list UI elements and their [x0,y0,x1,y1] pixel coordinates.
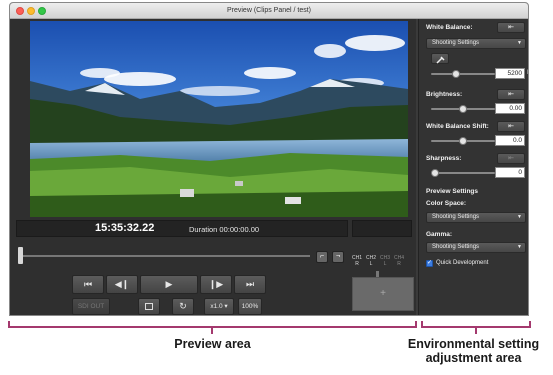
mark-in-button[interactable]: ⌐ [316,251,328,263]
preview-window: Preview (Clips Panel / test) 15:35:32.22… [9,2,529,316]
channel-4-label[interactable]: CH4 R [392,255,406,267]
eyedropper-icon [436,56,445,64]
channel-1-label[interactable]: CH1 R [350,255,364,267]
loop-icon: ↻ [179,301,187,311]
sharpness-slider[interactable] [431,169,495,177]
environmental-caption-line-1: Environmental setting [407,337,540,351]
color-space-dropdown-value: Shooting Settings [432,214,480,220]
white-balance-slider[interactable] [431,70,495,78]
timecode-display: 15:35:32.22 Duration 00:00:00.00 [16,220,348,237]
chevron-down-icon: ▼ [517,40,522,46]
brightness-reset-button[interactable]: ⇤ [497,89,525,100]
wb-shift-value[interactable]: 0.0 [495,135,525,146]
chevron-down-icon: ▼ [517,214,522,220]
preview-area: 15:35:32.22 Duration 00:00:00.00 ⌐ ¬ CH1… [10,19,416,315]
landscape-image [30,21,408,217]
reset-icon: ⇤ [508,155,514,162]
video-preview-image [30,21,408,217]
channel-2-label[interactable]: CH2 L [364,255,378,267]
title-bar: Preview (Clips Panel / test) [10,3,528,19]
brightness-value[interactable]: 0.00 [495,103,525,114]
goto-end-button[interactable]: ⏭ [234,275,266,294]
white-balance-value[interactable]: 5200 [495,68,525,79]
zoom-button[interactable]: 100% [238,298,262,315]
color-space-label: Color Space: [426,200,467,207]
slider-track [431,73,495,75]
speed-dropdown[interactable]: x1.0 ▾ [204,298,234,315]
environmental-area-bracket-tick [475,328,477,334]
slider-knob[interactable] [459,137,467,145]
seek-track [20,255,310,257]
sharpness-reset-button[interactable]: ⇤ [497,153,525,164]
white-balance-dropdown[interactable]: Shooting Settings ▼ [426,38,526,49]
environmental-area-bracket [421,321,531,328]
minimize-window-button[interactable] [27,7,35,15]
close-window-button[interactable] [16,7,24,15]
channel-3-label[interactable]: CH3 L [378,255,392,267]
environmental-area-caption: Environmental setting adjustment area [396,337,551,365]
window-title: Preview (Clips Panel / test) [226,7,312,14]
gamma-label: Gamma: [426,231,453,238]
sharpness-label: Sharpness: [426,155,462,162]
slider-knob[interactable] [431,169,439,177]
reset-icon: ⇤ [508,123,514,130]
preview-settings-heading: Preview Settings [426,188,479,195]
slider-knob[interactable] [459,105,467,113]
slider-knob[interactable] [452,70,461,78]
preview-area-caption: Preview area [174,337,251,351]
slider-track [431,172,495,174]
frame-guide-button[interactable] [138,298,160,315]
reset-icon: ⇤ [508,24,514,31]
step-back-button[interactable]: ◀❙ [106,275,138,294]
maximize-window-button[interactable] [38,7,46,15]
seek-handle[interactable] [18,247,23,264]
loop-button[interactable]: ↻ [172,298,194,315]
eyedropper-button[interactable] [431,53,449,64]
preview-area-bracket-tick [211,328,213,334]
play-button[interactable]: ▶ [140,275,198,294]
timecode-side-panel [352,220,412,237]
chevron-down-icon: ▾ [224,303,228,310]
brightness-label: Brightness: [426,91,463,98]
environmental-caption-line-2: adjustment area [425,351,522,365]
kelvin-unit: K [527,69,528,76]
chevron-down-icon: ▼ [517,244,522,250]
quick-development-label: Quick Development [436,260,489,266]
gamma-dropdown[interactable]: Shooting Settings ▼ [426,242,526,253]
wb-shift-slider[interactable] [431,137,495,145]
seek-bar[interactable] [18,247,310,264]
quick-development-checkbox[interactable]: ✓ [426,260,433,267]
color-space-dropdown[interactable]: Shooting Settings ▼ [426,212,526,223]
speed-value: x1.0 [210,303,223,310]
thumbnail-box: + [352,277,414,311]
current-timecode: 15:35:32.22 [95,222,155,234]
white-balance-dropdown-value: Shooting Settings [432,40,480,46]
step-forward-button[interactable]: ❙▶ [200,275,232,294]
wb-shift-label: White Balance Shift: [426,123,489,130]
gamma-dropdown-value: Shooting Settings [432,244,480,250]
brightness-slider[interactable] [431,105,495,113]
white-balance-label: White Balance: [426,24,473,31]
sharpness-value[interactable]: 0 [495,167,525,178]
preview-area-bracket [8,321,417,328]
duration-label: Duration 00:00:00.00 [189,225,260,234]
environmental-settings-panel: White Balance: ⇤ Shooting Settings ▼ 520… [418,19,528,315]
frame-icon [145,303,153,310]
wb-shift-reset-button[interactable]: ⇤ [497,121,525,132]
white-balance-reset-button[interactable]: ⇤ [497,22,525,33]
mark-out-button[interactable]: ¬ [332,251,344,263]
reset-icon: ⇤ [508,91,514,98]
goto-start-button[interactable]: ⏮ [72,275,104,294]
sdi-out-button[interactable]: SDI OUT [72,298,110,315]
